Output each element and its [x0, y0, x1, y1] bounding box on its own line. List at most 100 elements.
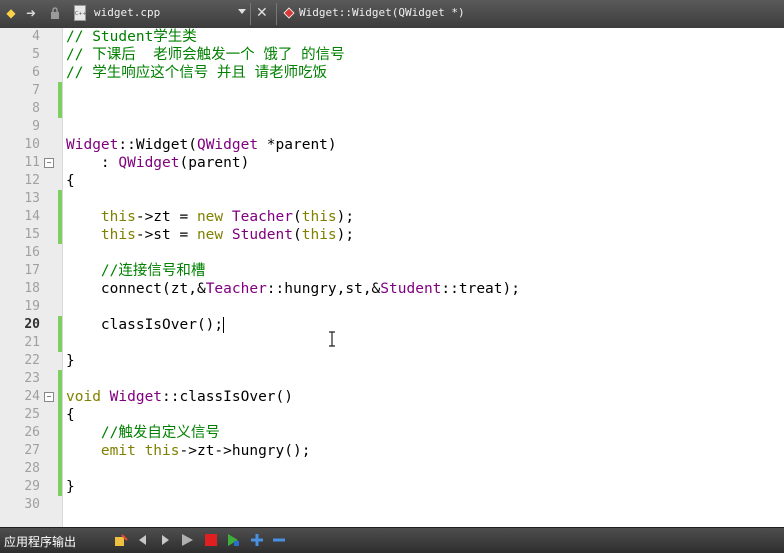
line-number: 20	[24, 317, 40, 332]
code-line[interactable]: 30	[0, 496, 784, 514]
line-number: 22	[24, 353, 40, 368]
change-marker	[58, 388, 62, 406]
change-marker	[58, 190, 62, 208]
code-text: void Widget::classIsOver()	[66, 389, 293, 405]
close-document-icon[interactable]: ✕	[256, 5, 268, 21]
code-text: // 下课后 老师会触发一个 饿了 的信号	[66, 47, 345, 63]
change-marker	[58, 424, 62, 442]
code-text: //连接信号和槽	[66, 263, 206, 279]
code-line[interactable]: 6 // 学生响应这个信号 并且 请老师吃饭	[0, 64, 784, 82]
zoom-in-icon[interactable]	[250, 533, 264, 547]
chevron-down-icon[interactable]	[238, 9, 246, 14]
code-text: }	[66, 353, 75, 369]
toolbar-divider	[250, 3, 251, 25]
line-number: 5	[32, 47, 40, 62]
code-line[interactable]: 8	[0, 100, 784, 118]
change-marker	[58, 442, 62, 460]
ibeam-cursor-icon	[329, 331, 335, 347]
code-line[interactable]: 23	[0, 370, 784, 388]
line-number: 23	[24, 371, 40, 386]
code-line[interactable]: 19	[0, 298, 784, 316]
code-line[interactable]: 29}	[0, 478, 784, 496]
code-text: classIsOver();	[66, 317, 225, 333]
line-number: 13	[24, 191, 40, 206]
code-line[interactable]: 17 //连接信号和槽	[0, 262, 784, 280]
line-number: 25	[24, 407, 40, 422]
fold-toggle-icon[interactable]: −	[44, 392, 54, 402]
line-number: 15	[24, 227, 40, 242]
line-number: 24	[24, 389, 40, 404]
code-line[interactable]: 11− : QWidget(parent)	[0, 154, 784, 172]
open-file-selector[interactable]: widget.cpp	[94, 6, 160, 19]
change-marker	[58, 460, 62, 478]
zoom-out-icon[interactable]	[272, 533, 286, 547]
code-line[interactable]: 16	[0, 244, 784, 262]
code-line[interactable]: 24− void Widget::classIsOver()	[0, 388, 784, 406]
code-line[interactable]: 5 // 下课后 老师会触发一个 饿了 的信号	[0, 46, 784, 64]
run-icon[interactable]	[180, 533, 194, 547]
code-text: emit this->zt->hungry();	[100, 443, 311, 459]
code-line[interactable]: 20 classIsOver();	[0, 316, 784, 334]
code-line[interactable]: 26 //触发自定义信号	[0, 424, 784, 442]
line-number: 11	[24, 155, 40, 170]
code-text: // 学生响应这个信号 并且 请老师吃饭	[66, 65, 328, 81]
line-number: 9	[32, 119, 40, 134]
line-number: 17	[24, 263, 40, 278]
line-number: 30	[24, 497, 40, 512]
clear-output-icon[interactable]	[114, 533, 128, 547]
change-marker	[58, 82, 62, 100]
code-line[interactable]: 13	[0, 190, 784, 208]
line-number: 26	[24, 425, 40, 440]
change-marker	[58, 478, 62, 496]
code-line[interactable]: 7	[0, 82, 784, 100]
code-text: connect(zt,&Teacher::hungry,st,&Student:…	[66, 281, 520, 297]
code-text: }	[66, 479, 75, 495]
change-marker	[58, 316, 62, 334]
line-number: 12	[24, 173, 40, 188]
code-line[interactable]: 9	[0, 118, 784, 136]
back-arrow-icon[interactable]: ◆	[4, 6, 18, 20]
editor-toolbar: ◆ ➜ C++ widget.cpp ✕ Widget::Widget(QWid…	[0, 0, 784, 29]
toolbar-divider	[276, 3, 277, 25]
code-line[interactable]: 27 emit this->zt->hungry();	[0, 442, 784, 460]
stop-icon[interactable]	[204, 533, 218, 547]
change-marker	[58, 208, 62, 226]
forward-arrow-icon[interactable]: ➜	[24, 6, 38, 20]
code-text: this->st = new Student(this);	[100, 227, 355, 243]
code-editor[interactable]: 4 // Student学生类 5 // 下课后 老师会触发一个 饿了 的信号 6 // …	[0, 28, 784, 527]
fold-toggle-icon[interactable]: −	[44, 158, 54, 168]
code-line[interactable]: 15 this->st = new Student(this);	[0, 226, 784, 244]
next-item-icon[interactable]	[158, 533, 172, 547]
code-line[interactable]: 14 this->zt = new Teacher(this);	[0, 208, 784, 226]
line-number: 27	[24, 443, 40, 458]
change-marker	[58, 370, 62, 388]
line-number: 21	[24, 335, 40, 350]
code-line[interactable]: 18 connect(zt,&Teacher::hungry,st,&Stude…	[0, 280, 784, 298]
previous-item-icon[interactable]	[136, 533, 150, 547]
cpp-file-icon: C++	[74, 5, 87, 21]
code-line[interactable]: 4 // Student学生类	[0, 28, 784, 46]
line-number: 8	[32, 101, 40, 116]
change-marker	[58, 100, 62, 118]
code-line[interactable]: 28	[0, 460, 784, 478]
attach-debugger-icon[interactable]	[226, 533, 240, 547]
code-text: //触发自定义信号	[66, 425, 220, 441]
change-marker	[58, 406, 62, 424]
line-number: 28	[24, 461, 40, 476]
line-number: 14	[24, 209, 40, 224]
line-number: 19	[24, 299, 40, 314]
code-line[interactable]: 25 {	[0, 406, 784, 424]
code-text: {	[66, 407, 75, 423]
output-pane-title: 应用程序输出	[4, 535, 77, 549]
code-line[interactable]: 22}	[0, 352, 784, 370]
code-text: {	[66, 173, 75, 189]
code-line[interactable]: 21	[0, 334, 784, 352]
code-line[interactable]: 10 Widget::Widget(QWidget *parent)	[0, 136, 784, 154]
line-number: 4	[32, 29, 40, 44]
symbol-selector[interactable]: Widget::Widget(QWidget *)	[299, 6, 465, 19]
line-number: 10	[24, 137, 40, 152]
line-number: 29	[24, 479, 40, 494]
line-number: 7	[32, 83, 40, 98]
code-text: Widget::Widget(QWidget *parent)	[66, 137, 337, 153]
code-line[interactable]: 12 {	[0, 172, 784, 190]
